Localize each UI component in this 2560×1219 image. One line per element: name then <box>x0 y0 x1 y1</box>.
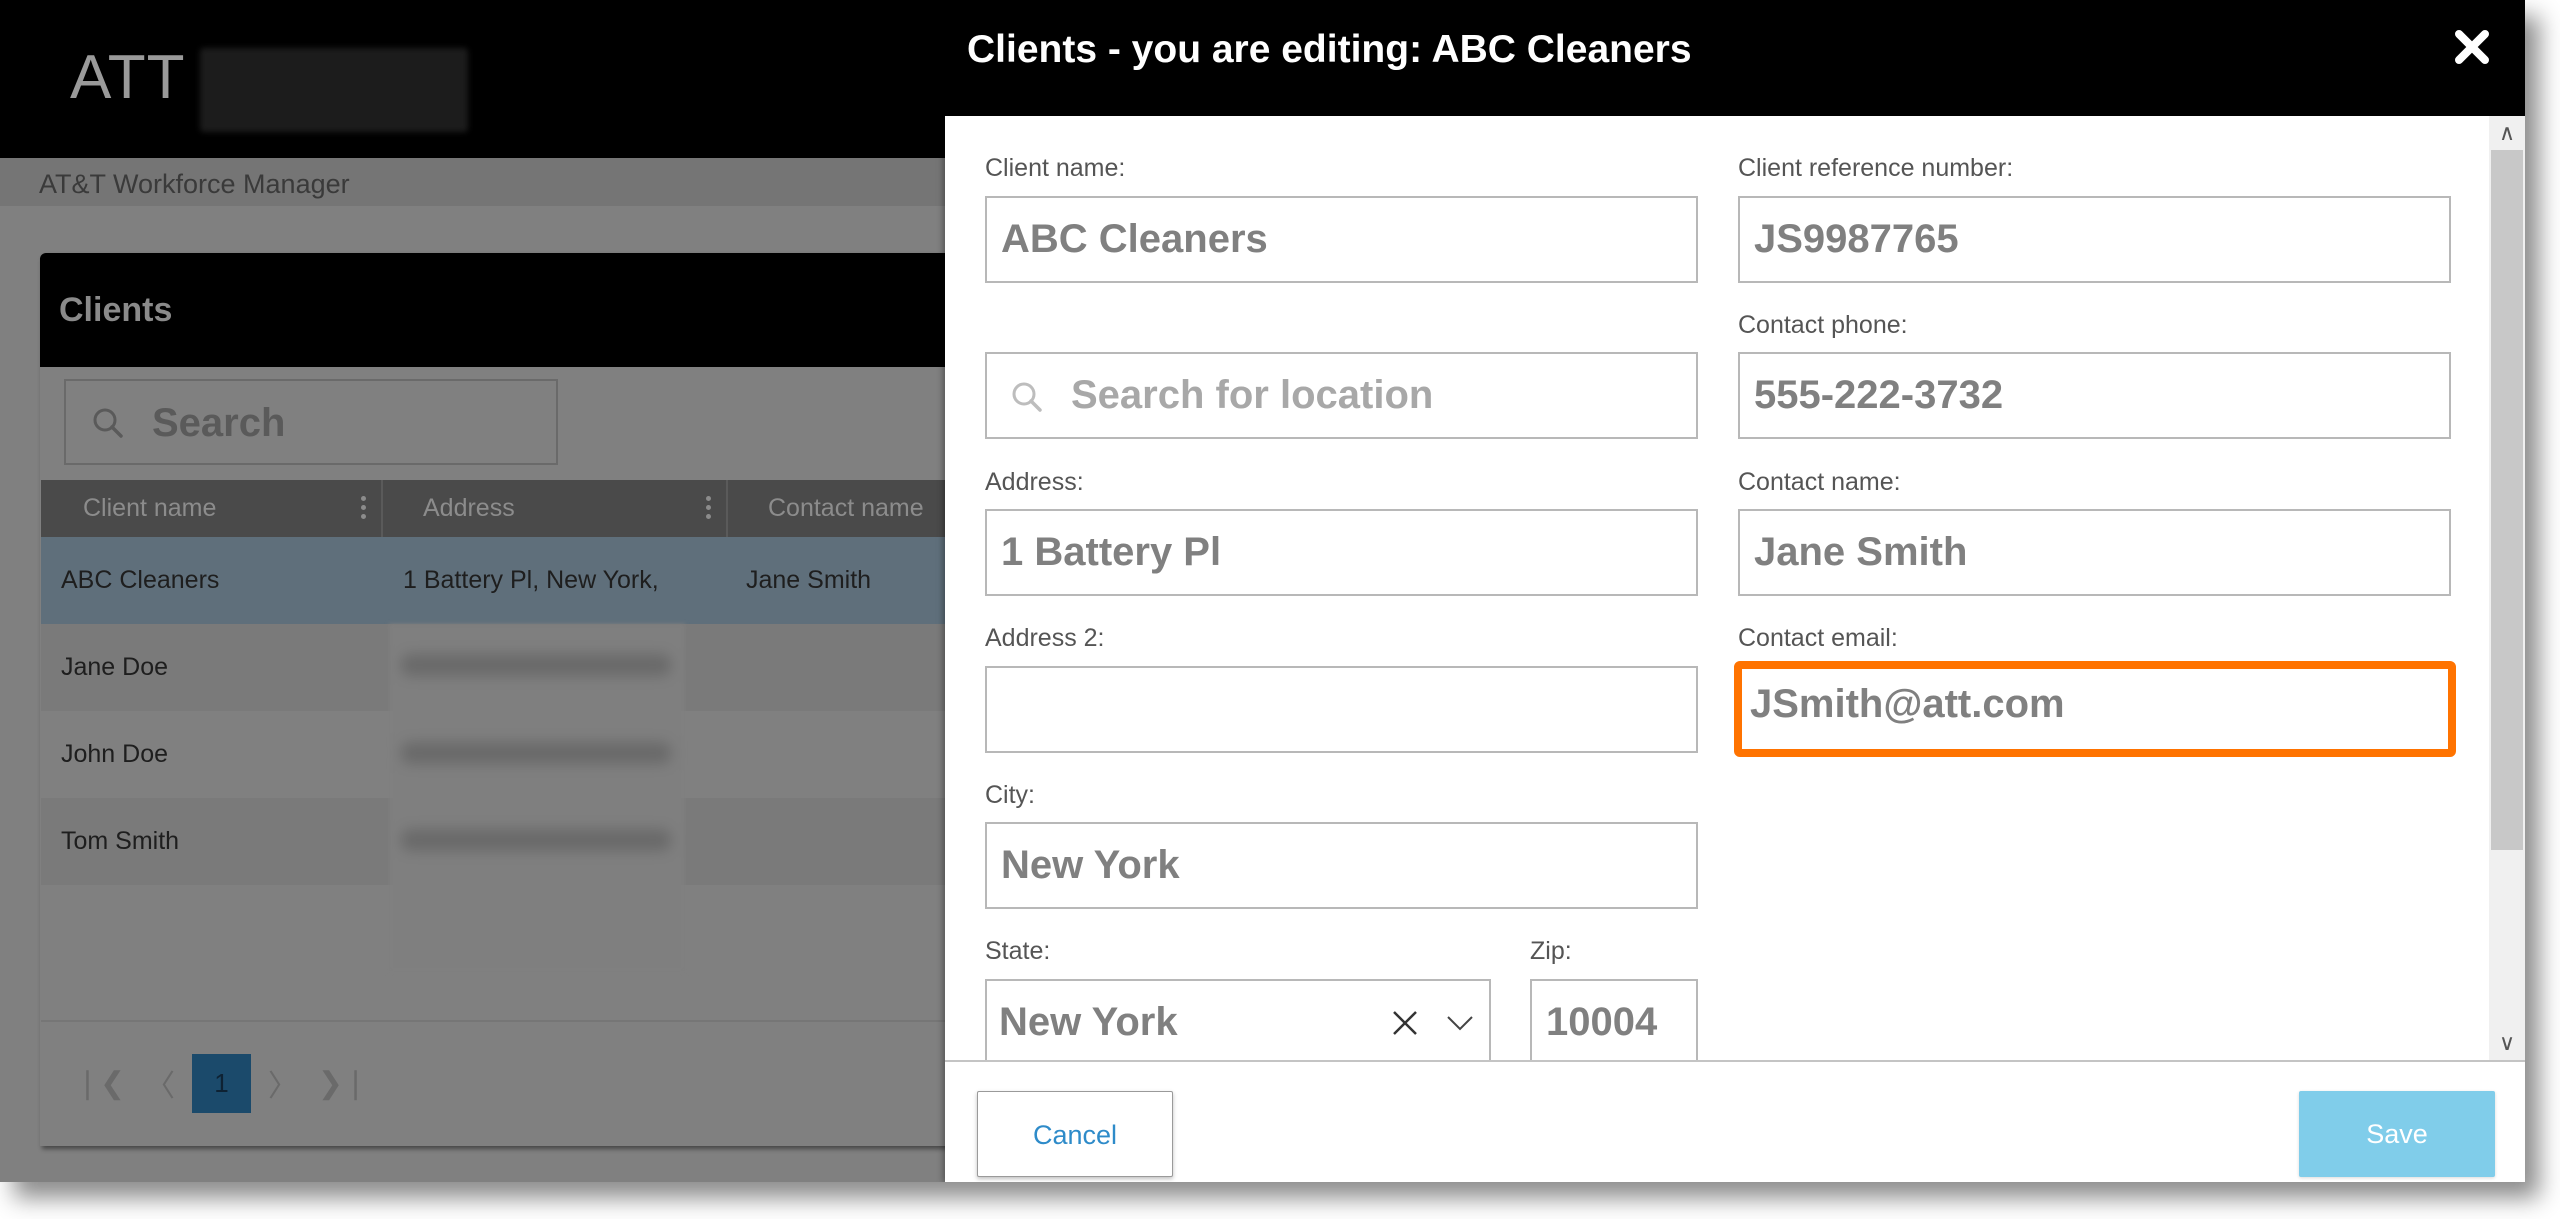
close-icon[interactable] <box>2449 24 2495 70</box>
cell-client-name: John Doe <box>61 740 169 768</box>
app-logo: ATT <box>70 43 186 112</box>
reference-number-label: Client reference number: <box>1738 154 2014 182</box>
scroll-down-icon[interactable]: ∨ <box>2489 1026 2525 1060</box>
address2-label: Address 2: <box>985 624 1105 652</box>
location-search-input[interactable]: Search for location <box>985 352 1698 439</box>
state-label: State: <box>985 937 1051 965</box>
modal-footer-divider <box>945 1060 2525 1062</box>
reference-number-input[interactable]: JS9987765 <box>1738 196 2451 283</box>
pagination: ❘❮ 〈 1 〉 ❯❘ <box>70 1053 373 1113</box>
zip-label: Zip: <box>1530 937 1572 965</box>
column-header-client-name[interactable]: Client name <box>41 480 383 537</box>
chevron-down-icon[interactable] <box>1445 1011 1475 1035</box>
column-menu-icon[interactable] <box>361 496 367 520</box>
cell-contact-name: Jane Smith <box>746 566 872 594</box>
search-icon <box>1012 382 1042 412</box>
client-name-label: Client name: <box>985 154 1126 182</box>
client-name-input[interactable]: ABC Cleaners <box>985 196 1698 283</box>
cell-client-name: Tom Smith <box>61 827 180 855</box>
column-header-label: Contact name <box>768 494 924 522</box>
last-page-icon[interactable]: ❯❘ <box>313 1066 373 1101</box>
redacted-region <box>200 48 468 132</box>
location-search-placeholder: Search for location <box>1071 373 1434 417</box>
next-page-icon[interactable]: 〉 <box>253 1061 313 1105</box>
address-input[interactable]: 1 Battery Pl <box>985 509 1698 596</box>
modal-title: Clients - you are editing: ABC Cleaners <box>967 28 1692 71</box>
app-screen: ATT AT&T Workforce Manager Clients Searc… <box>0 0 2525 1182</box>
search-icon <box>93 408 123 438</box>
address-label: Address: <box>985 468 1084 496</box>
state-select[interactable]: New York <box>985 979 1491 1060</box>
app-subtitle: AT&T Workforce Manager <box>39 169 350 199</box>
redacted-addresses <box>389 624 685 972</box>
clients-search-input[interactable]: Search <box>64 379 558 465</box>
contact-name-input[interactable]: Jane Smith <box>1738 509 2451 596</box>
cancel-button[interactable]: Cancel <box>977 1091 1173 1177</box>
address2-input[interactable] <box>985 666 1698 753</box>
contact-phone-input[interactable]: 555-222-3732 <box>1738 352 2451 439</box>
modal-body: Client name: ABC Cleaners Search for loc… <box>945 116 2525 1060</box>
column-header-label: Client name <box>83 494 217 522</box>
modal-scrollbar[interactable]: ∧ ∨ <box>2489 116 2525 1060</box>
cell-client-name: ABC Cleaners <box>61 566 220 594</box>
column-menu-icon[interactable] <box>706 496 712 520</box>
state-value: New York <box>999 1000 1178 1044</box>
contact-phone-label: Contact phone: <box>1738 311 1908 339</box>
modal-header: Clients - you are editing: ABC Cleaners <box>945 0 2525 116</box>
clear-icon[interactable] <box>1389 1007 1421 1039</box>
cell-client-name: Jane Doe <box>61 653 169 681</box>
city-input[interactable]: New York <box>985 822 1698 909</box>
edit-client-modal: Clients - you are editing: ABC Cleaners … <box>945 0 2525 1182</box>
scrollbar-thumb[interactable] <box>2491 150 2523 850</box>
first-page-icon[interactable]: ❘❮ <box>70 1066 130 1101</box>
cell-address: 1 Battery Pl, New York, <box>403 566 659 594</box>
search-placeholder: Search <box>152 401 286 445</box>
scroll-up-icon[interactable]: ∧ <box>2489 116 2525 150</box>
save-button[interactable]: Save <box>2299 1091 2495 1177</box>
city-label: City: <box>985 781 1035 809</box>
page-button-current[interactable]: 1 <box>192 1053 251 1113</box>
clients-panel-title: Clients <box>59 291 173 329</box>
column-header-address[interactable]: Address <box>383 480 728 537</box>
zip-input[interactable]: 10004 <box>1530 979 1698 1060</box>
contact-email-input[interactable]: JSmith@att.com <box>1734 661 2456 757</box>
column-header-label: Address <box>423 494 515 522</box>
contact-email-label: Contact email: <box>1738 624 1898 652</box>
prev-page-icon[interactable]: 〈 <box>130 1061 190 1105</box>
contact-name-label: Contact name: <box>1738 468 1901 496</box>
